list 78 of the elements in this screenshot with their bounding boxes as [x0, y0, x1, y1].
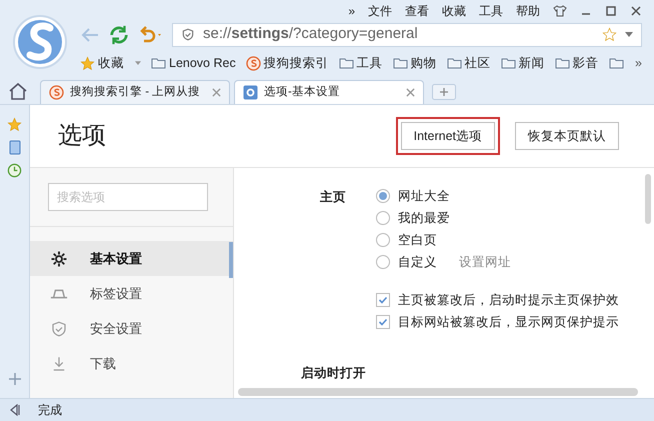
home-icon[interactable]	[8, 82, 28, 100]
browser-tab[interactable]: 选项-基本设置	[234, 80, 424, 104]
scroll-indicator	[229, 242, 233, 278]
menu-item[interactable]: 收藏	[442, 2, 466, 20]
close-icon[interactable]	[630, 4, 642, 16]
radio-label: 自定义	[398, 254, 437, 271]
shield-icon	[181, 27, 195, 42]
vertical-scrollbar[interactable]	[645, 174, 651, 224]
checkbox-label: 目标网站被篡改后，显示网页保护提示	[398, 314, 619, 331]
menu-item[interactable]: 查看	[405, 2, 429, 20]
folder-icon	[608, 57, 624, 69]
bookmark-item[interactable]: 社区	[446, 54, 491, 72]
caret-icon[interactable]	[625, 32, 633, 38]
more-bookmarks[interactable]: »	[635, 54, 642, 72]
horizontal-scrollbar[interactable]	[238, 388, 638, 396]
menu-item[interactable]: »	[348, 2, 355, 20]
radio-label: 空白页	[398, 232, 437, 249]
tablet-icon[interactable]	[8, 140, 20, 155]
browser-logo[interactable]	[12, 14, 68, 70]
check-icon	[378, 295, 388, 305]
radio-label: 我的最爱	[398, 210, 450, 227]
folder-icon	[151, 57, 166, 69]
search-field[interactable]: 搜索选项	[48, 183, 208, 211]
shield-icon	[50, 320, 68, 338]
address-bar[interactable]: se://settings/?category=general	[172, 22, 642, 46]
checkbox-label: 主页被篡改后，启动时提示主页保护效	[398, 292, 619, 309]
nav-item[interactable]: 下载	[30, 346, 233, 381]
bookmark-item[interactable]: 新闻	[500, 54, 545, 72]
bookmark-item[interactable]: 搜狗搜索引	[246, 54, 329, 72]
status-text: 完成	[38, 402, 62, 419]
section-label: 启动时打开	[300, 365, 367, 382]
page-title: 选项	[58, 121, 106, 151]
caret-icon[interactable]	[135, 60, 141, 66]
radio-button[interactable]	[376, 189, 390, 203]
radio-button[interactable]	[376, 233, 390, 247]
folder-icon	[446, 57, 462, 69]
maximize-icon[interactable]	[605, 4, 617, 16]
bookmark-item[interactable]: Lenovo Rec	[151, 54, 236, 72]
menu-item[interactable]: 工具	[479, 2, 503, 20]
header-button[interactable]: Internet选项	[400, 122, 495, 150]
star-icon	[602, 27, 617, 42]
sogou-s-icon	[49, 85, 64, 100]
folder-icon	[554, 57, 570, 69]
bookmark-item[interactable]: 购物	[392, 54, 437, 72]
url-text: se://settings/?category=general	[203, 24, 419, 44]
refresh-icon[interactable]	[108, 24, 130, 46]
add-icon[interactable]	[8, 372, 22, 386]
checkbox[interactable]	[376, 293, 390, 307]
menu-item[interactable]: 帮助	[516, 2, 540, 20]
radio-button[interactable]	[376, 211, 390, 225]
folder-icon	[500, 57, 516, 69]
sogou-s-icon	[246, 56, 261, 70]
bookmark-item[interactable]: 工具	[338, 54, 383, 72]
check-icon	[378, 317, 388, 327]
bookmark-item[interactable]: 影音	[554, 54, 599, 72]
radio-label: 网址大全	[398, 188, 450, 205]
undo-dropdown-icon[interactable]	[138, 26, 164, 44]
tab-icon	[50, 288, 68, 298]
star-icon	[80, 56, 95, 70]
checkbox[interactable]	[376, 315, 390, 329]
section-label: 主页	[319, 189, 347, 206]
nav-item[interactable]: 安全设置	[30, 311, 233, 346]
set-url-link[interactable]: 设置网址	[459, 252, 511, 272]
new-tab-icon[interactable]	[432, 84, 456, 100]
nav-item[interactable]: 标签设置	[30, 276, 233, 311]
nav-item[interactable]: 基本设置	[30, 241, 233, 276]
folder-icon	[338, 57, 354, 69]
bookmark-item[interactable]: 收藏	[80, 54, 141, 72]
menu-item[interactable]: 文件	[368, 2, 392, 20]
clock-icon[interactable]	[7, 163, 22, 178]
back-arrow-icon[interactable]	[80, 26, 100, 42]
header-button[interactable]: 恢复本页默认	[515, 122, 619, 150]
shirt-icon[interactable]	[553, 4, 567, 16]
browser-tab[interactable]: 搜狗搜索引擎 - 上网从搜	[40, 80, 230, 104]
close-icon[interactable]	[406, 88, 415, 97]
folder-icon	[392, 57, 408, 69]
radio-button[interactable]	[376, 255, 390, 269]
star-icon	[7, 117, 22, 132]
